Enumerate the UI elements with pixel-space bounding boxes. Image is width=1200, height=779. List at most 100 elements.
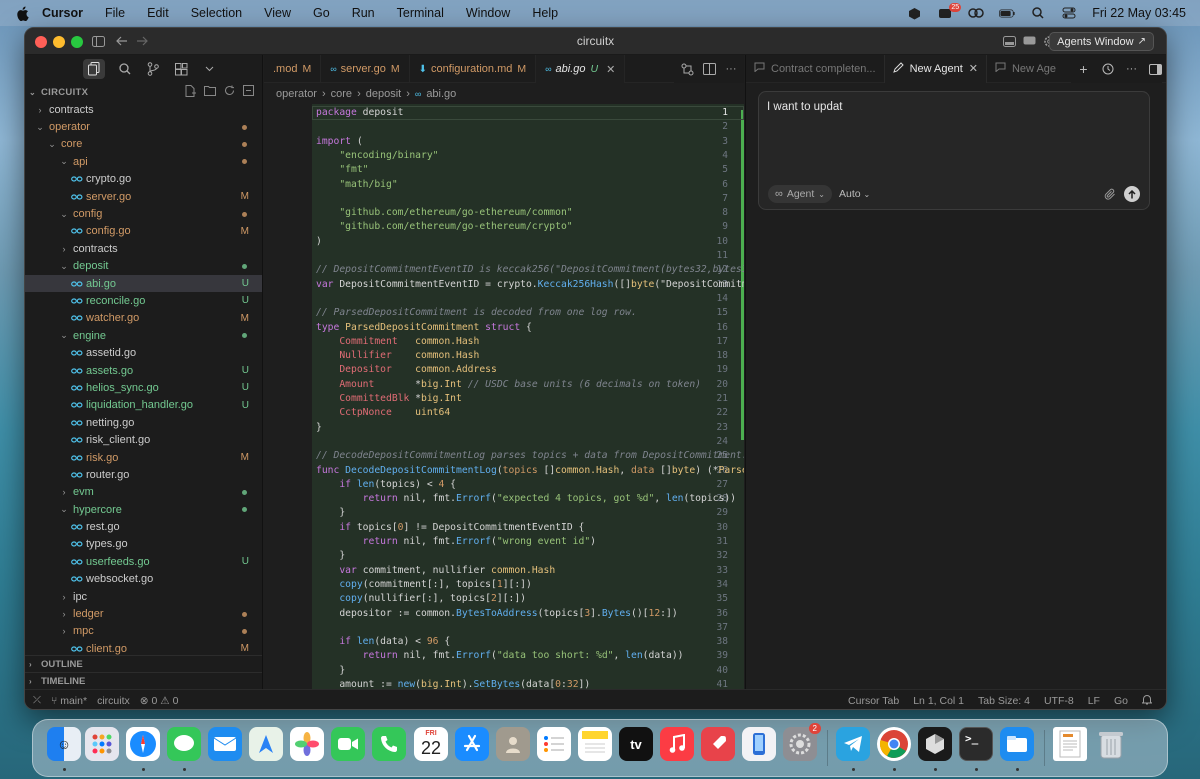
code-line[interactable]: return nil, fmt.Errorf("expected 4 topic… <box>316 492 736 506</box>
project-name[interactable]: circuitx <box>97 695 130 707</box>
menu-app-name[interactable]: Cursor <box>42 6 83 20</box>
tree-file-crypto-go[interactable]: crypto.go <box>25 171 262 188</box>
system-settings-icon[interactable]: 2 <box>783 723 821 761</box>
remote-indicator-icon[interactable]: ⤫ <box>33 695 41 706</box>
code-line[interactable]: if len(topics) < 4 { <box>316 478 456 492</box>
tab-size[interactable]: Tab Size: 4 <box>978 695 1030 707</box>
chat-input-text[interactable]: I want to updat <box>767 101 842 113</box>
code-line[interactable]: } <box>316 421 322 435</box>
breadcrumb-item[interactable]: abi.go <box>426 88 456 100</box>
document-preview-icon[interactable] <box>1053 727 1087 761</box>
breadcrumb-item[interactable]: core <box>331 88 352 100</box>
tree-file-server-go[interactable]: server.go M <box>25 188 262 205</box>
menubar-datetime[interactable]: Fri 22 May 03:45 <box>1092 6 1186 20</box>
line-ending[interactable]: LF <box>1088 695 1100 707</box>
code-line[interactable]: return nil, fmt.Errorf("data too short: … <box>316 649 684 663</box>
code-line[interactable]: if topics[0] != DepositCommitmentEventID… <box>316 521 584 535</box>
tree-file-liquidation_handler-go[interactable]: liquidation_handler.go U <box>25 397 262 414</box>
music-icon[interactable] <box>660 727 694 761</box>
tree-folder-deposit[interactable]: ⌄ deposit <box>25 258 262 275</box>
tree-folder-operator[interactable]: ⌄ operator <box>25 118 262 135</box>
tree-folder-config[interactable]: ⌄ config <box>25 205 262 222</box>
tab-agent-new-2[interactable]: New Age <box>987 55 1064 83</box>
refresh-icon[interactable] <box>224 85 235 100</box>
model-selector[interactable]: Auto ⌄ <box>839 188 870 200</box>
new-folder-icon[interactable] <box>204 85 216 100</box>
tree-file-assets-go[interactable]: assets.go U <box>25 362 262 379</box>
tab-agent-contract[interactable]: Contract completen... <box>746 54 885 83</box>
chevron-down-icon[interactable] <box>201 61 217 77</box>
more-actions-icon[interactable]: ··· <box>1125 63 1138 76</box>
tree-file-abi-go[interactable]: abi.go U <box>25 274 262 293</box>
tree-folder-core[interactable]: ⌄ core <box>25 136 262 153</box>
git-branch[interactable]: ⑂ main* <box>51 695 87 707</box>
code-line[interactable]: } <box>316 549 345 563</box>
chrome-icon[interactable] <box>877 727 911 761</box>
code-line[interactable]: package deposit <box>316 106 404 120</box>
apple-tv-icon[interactable]: tv <box>619 727 653 761</box>
tree-folder-mpc[interactable]: › mpc <box>25 623 262 640</box>
tree-folder-api[interactable]: ⌄ api <box>25 153 262 170</box>
app-store-icon[interactable] <box>455 727 489 761</box>
tab-configuration-md[interactable]: ⬇ configuration.md M <box>410 55 537 83</box>
code-line[interactable]: Nullifier common.Hash <box>316 349 479 363</box>
timeline-section[interactable]: › TIMELINE <box>25 672 262 689</box>
code-line[interactable]: Commitment common.Hash <box>316 335 479 349</box>
outline-section[interactable]: › OUTLINE <box>25 655 262 672</box>
tree-file-config-go[interactable]: config.go M <box>25 223 262 240</box>
tab-agent-new[interactable]: New Agent ✕ <box>884 54 987 83</box>
language-mode[interactable]: Go <box>1114 695 1128 707</box>
trash-icon[interactable] <box>1094 727 1128 761</box>
code-line[interactable]: copy(commitment[:], topics[1][:]) <box>316 578 532 592</box>
code-line[interactable]: amount := new(big.Int).SetBytes(data[0:3… <box>316 678 590 689</box>
agents-window-button[interactable]: Agents Window ↗ <box>1049 32 1154 51</box>
code-line[interactable]: ) <box>316 235 322 249</box>
tree-file-risk-go[interactable]: risk.go M <box>25 449 262 466</box>
breadcrumb-item[interactable]: deposit <box>366 88 401 100</box>
tree-file-types-go[interactable]: types.go <box>25 536 262 553</box>
terminal-icon[interactable]: >_ <box>959 727 993 761</box>
tree-file-rest-go[interactable]: rest.go <box>25 518 262 535</box>
launchpad-icon[interactable] <box>85 727 119 761</box>
tree-folder-ledger[interactable]: › ledger <box>25 605 262 622</box>
tree-file-assetid-go[interactable]: assetid.go <box>25 344 262 361</box>
finder-icon[interactable]: ☺ <box>47 727 81 761</box>
code-line[interactable]: CctpNonce uint64 <box>316 406 450 420</box>
menu-help[interactable]: Help <box>532 6 558 20</box>
reminders-icon[interactable] <box>537 727 571 761</box>
tree-file-watcher-go[interactable]: watcher.go M <box>25 310 262 327</box>
tab-server-go[interactable]: ∞ server.go M <box>321 55 410 83</box>
notification-status-icon[interactable]: 25 <box>937 3 962 20</box>
safari-icon[interactable] <box>126 727 160 761</box>
code-line[interactable]: } <box>316 506 345 520</box>
agent-mode-selector[interactable]: ∞ Agent ⌄ <box>768 185 832 203</box>
mail-icon[interactable] <box>208 727 242 761</box>
code-line[interactable]: var commitment, nullifier common.Hash <box>316 564 555 578</box>
code-line[interactable]: CommittedBlk *big.Int <box>316 392 462 406</box>
files-app-icon[interactable] <box>1000 727 1034 761</box>
cursor-position[interactable]: Ln 1, Col 1 <box>913 695 964 707</box>
extensions-icon[interactable] <box>173 61 189 77</box>
toggle-panel-icon[interactable] <box>1149 63 1162 76</box>
attach-paperclip-icon[interactable] <box>1104 188 1117 201</box>
explorer-root-header[interactable]: ⌄ CIRCUITX <box>25 83 262 101</box>
tree-folder-evm[interactable]: › evm <box>25 484 262 501</box>
code-line[interactable]: func DecodeDepositCommitmentLog(topics [… <box>316 464 744 478</box>
history-clock-icon[interactable] <box>1101 63 1114 76</box>
maps-icon[interactable] <box>249 727 283 761</box>
photos-icon[interactable] <box>290 727 324 761</box>
code-line[interactable]: if len(data) < 96 { <box>316 635 450 649</box>
code-line[interactable]: "math/big" <box>316 178 397 192</box>
code-line[interactable]: return nil, fmt.Errorf("wrong event id") <box>316 535 596 549</box>
tree-file-reconcile-go[interactable]: reconcile.go U <box>25 292 262 309</box>
apple-icon[interactable] <box>16 5 30 21</box>
code-line[interactable]: var DepositCommitmentEventID = crypto.Ke… <box>316 278 744 292</box>
menu-file[interactable]: File <box>105 6 125 20</box>
tree-file-router-go[interactable]: router.go <box>25 466 262 483</box>
facetime-icon[interactable] <box>331 727 365 761</box>
split-editor-icon[interactable] <box>702 62 716 76</box>
close-tab-icon[interactable]: ✕ <box>969 62 978 75</box>
notifications-bell-icon[interactable] <box>1141 694 1153 708</box>
tree-folder-ipc[interactable]: › ipc <box>25 588 262 605</box>
code-line[interactable]: Amount *big.Int // USDC base units (6 de… <box>316 378 701 392</box>
